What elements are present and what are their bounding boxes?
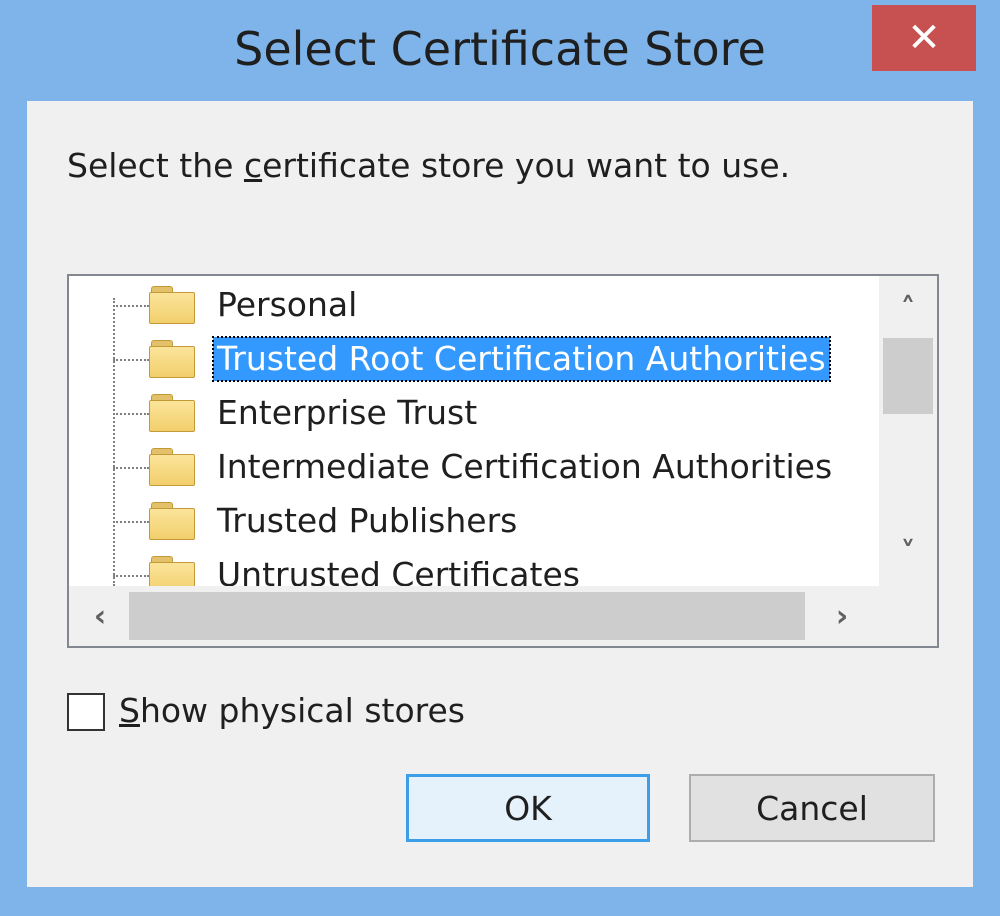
tree-item[interactable]: Trusted Root Certification Authorities <box>69 332 879 386</box>
prompt-prefix: Select the <box>67 146 244 185</box>
horizontal-scroll-thumb[interactable] <box>129 592 805 640</box>
tree-item-label: Untrusted Certificates <box>217 555 580 586</box>
scroll-down-icon[interactable]: ˅ <box>883 528 933 578</box>
prompt-suffix: ertificate store you want to use. <box>262 146 791 185</box>
vertical-scrollbar[interactable]: ˄ ˅ <box>879 276 937 586</box>
close-button[interactable]: ✕ <box>872 5 976 71</box>
tree-connector <box>113 521 149 523</box>
show-physical-stores-checkbox[interactable] <box>67 693 105 731</box>
tree-item[interactable]: Personal <box>69 278 879 332</box>
tree-item[interactable]: Trusted Publishers <box>69 494 879 548</box>
scroll-right-icon[interactable]: › <box>817 591 867 641</box>
vertical-scroll-thumb[interactable] <box>883 338 933 414</box>
checkbox-label-rest: how physical stores <box>139 691 465 730</box>
tree-item-label: Personal <box>217 285 358 324</box>
tree-connector <box>113 467 149 469</box>
dialog-client: Select the certificate store you want to… <box>27 101 973 887</box>
cancel-button-label: Cancel <box>756 788 868 828</box>
tree-item-label: Enterprise Trust <box>217 393 478 432</box>
checkbox-mnemonic: S <box>119 691 140 730</box>
window-title: Select Certificate Store <box>234 22 766 76</box>
folder-icon <box>149 340 195 378</box>
folder-icon <box>149 502 195 540</box>
tree-item[interactable]: Intermediate Certification Authorities <box>69 440 879 494</box>
tree-item-label: Trusted Publishers <box>217 501 518 540</box>
prompt-mnemonic: c <box>243 146 263 185</box>
scroll-left-icon[interactable]: ‹ <box>75 591 125 641</box>
folder-icon <box>149 286 195 324</box>
certificate-store-tree[interactable]: Personal Trusted Root Certification Auth… <box>67 274 939 648</box>
folder-icon <box>149 448 195 486</box>
close-icon: ✕ <box>907 15 941 61</box>
ok-button-label: OK <box>504 788 552 828</box>
cancel-button[interactable]: Cancel <box>689 774 935 842</box>
ok-button[interactable]: OK <box>406 774 650 842</box>
tree-connector <box>113 359 149 361</box>
tree-connector <box>113 305 149 307</box>
show-physical-stores-label: Show physical stores <box>119 691 465 730</box>
folder-icon <box>149 394 195 432</box>
scrollbar-corner <box>879 586 937 646</box>
tree-item-label: Intermediate Certification Authorities <box>217 447 833 486</box>
folder-icon <box>149 556 195 586</box>
tree-item[interactable]: Enterprise Trust <box>69 386 879 440</box>
tree-item-label-selected: Trusted Root Certification Authorities <box>212 336 831 382</box>
tree-connector <box>113 413 149 415</box>
tree-viewport: Personal Trusted Root Certification Auth… <box>69 276 879 586</box>
tree-item[interactable]: Untrusted Certificates <box>69 548 879 586</box>
prompt-text: Select the certificate store you want to… <box>67 146 790 185</box>
window-frame: Select Certificate Store ✕ Select the ce… <box>0 0 1000 916</box>
horizontal-scrollbar[interactable]: ‹ › <box>69 586 879 646</box>
scroll-up-icon[interactable]: ˄ <box>883 284 933 334</box>
tree-connector <box>113 575 149 577</box>
